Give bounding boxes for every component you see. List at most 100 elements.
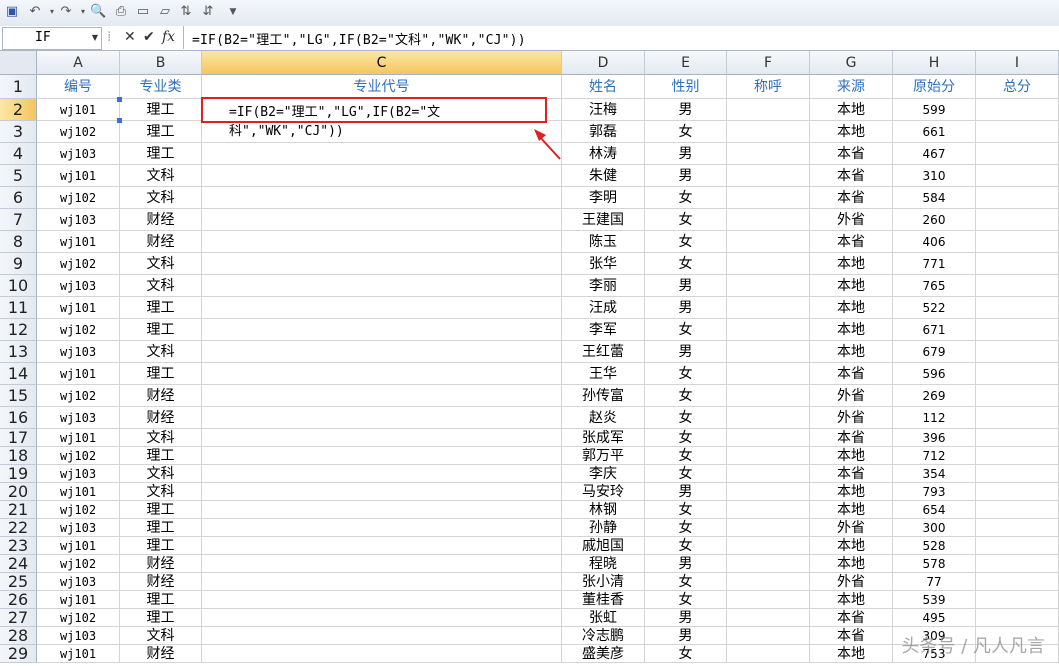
table-cell[interactable]: 671	[893, 319, 976, 341]
row-header-17[interactable]: 17	[0, 429, 37, 447]
table-cell[interactable]	[202, 407, 562, 429]
table-cell[interactable]: 郭万平	[562, 447, 645, 465]
reference-handle[interactable]	[117, 118, 122, 123]
row-header-1[interactable]: 1	[0, 75, 37, 99]
row-header-25[interactable]: 25	[0, 573, 37, 591]
table-cell[interactable]: 本地	[810, 501, 893, 519]
table-cell[interactable]: 赵炎	[562, 407, 645, 429]
table-cell[interactable]: 男	[645, 99, 727, 121]
table-cell[interactable]: 女	[645, 209, 727, 231]
column-header-h[interactable]: H	[893, 51, 976, 75]
table-cell[interactable]: wj102	[37, 187, 120, 209]
row-header-11[interactable]: 11	[0, 297, 37, 319]
enter-icon[interactable]: ✔	[143, 28, 155, 46]
table-cell[interactable]: wj101	[37, 591, 120, 609]
row-header-4[interactable]: 4	[0, 143, 37, 165]
table-cell[interactable]: wj103	[37, 573, 120, 591]
table-cell[interactable]	[976, 143, 1059, 165]
table-cell[interactable]: 310	[893, 165, 976, 187]
table-cell[interactable]	[202, 253, 562, 275]
table-cell[interactable]: 王建国	[562, 209, 645, 231]
header-cell[interactable]: 性别	[645, 75, 727, 99]
table-cell[interactable]: 本省	[810, 627, 893, 645]
table-cell[interactable]: 女	[645, 645, 727, 663]
column-header-a[interactable]: A	[37, 51, 120, 75]
table-cell[interactable]: 本省	[810, 609, 893, 627]
table-cell[interactable]: 外省	[810, 209, 893, 231]
table-cell[interactable]: 朱健	[562, 165, 645, 187]
table-cell[interactable]	[202, 143, 562, 165]
row-header-3[interactable]: 3	[0, 121, 37, 143]
table-cell[interactable]: 理工	[120, 99, 202, 121]
table-cell[interactable]	[727, 143, 810, 165]
table-cell[interactable]: 汪成	[562, 297, 645, 319]
table-cell[interactable]: 冷志鹏	[562, 627, 645, 645]
table-cell[interactable]	[727, 253, 810, 275]
table-cell[interactable]	[202, 231, 562, 253]
table-cell[interactable]: wj103	[37, 407, 120, 429]
table-cell[interactable]: 男	[645, 297, 727, 319]
row-header-23[interactable]: 23	[0, 537, 37, 555]
table-cell[interactable]	[202, 319, 562, 341]
table-cell[interactable]	[727, 465, 810, 483]
table-cell[interactable]	[202, 465, 562, 483]
table-cell[interactable]: wj102	[37, 447, 120, 465]
reference-handle[interactable]	[117, 97, 122, 102]
table-cell[interactable]	[727, 187, 810, 209]
table-cell[interactable]	[976, 319, 1059, 341]
redo-icon[interactable]: ↷	[58, 4, 74, 20]
table-cell[interactable]	[727, 519, 810, 537]
sort-ascending-icon[interactable]: ⇅	[178, 4, 194, 20]
row-header-9[interactable]: 9	[0, 253, 37, 275]
table-cell[interactable]: 本省	[810, 429, 893, 447]
table-cell[interactable]	[727, 483, 810, 501]
table-cell[interactable]	[727, 121, 810, 143]
table-cell[interactable]: 程晓	[562, 555, 645, 573]
table-cell[interactable]	[976, 483, 1059, 501]
table-cell[interactable]	[202, 275, 562, 297]
table-cell[interactable]	[976, 385, 1059, 407]
table-cell[interactable]: 406	[893, 231, 976, 253]
table-cell[interactable]	[976, 519, 1059, 537]
table-cell[interactable]: 本地	[810, 99, 893, 121]
table-cell[interactable]	[202, 627, 562, 645]
table-cell[interactable]	[727, 341, 810, 363]
table-cell[interactable]: 771	[893, 253, 976, 275]
table-cell[interactable]	[202, 519, 562, 537]
header-cell[interactable]: 称呼	[727, 75, 810, 99]
header-cell[interactable]: 总分	[976, 75, 1059, 99]
column-header-d[interactable]: D	[562, 51, 645, 75]
table-cell[interactable]	[202, 187, 562, 209]
table-cell[interactable]: 财经	[120, 407, 202, 429]
table-cell[interactable]: wj103	[37, 143, 120, 165]
table-cell[interactable]: wj102	[37, 253, 120, 275]
table-cell[interactable]: 文科	[120, 165, 202, 187]
table-cell[interactable]: 外省	[810, 519, 893, 537]
table-cell[interactable]: 本省	[810, 143, 893, 165]
table-cell[interactable]: 外省	[810, 407, 893, 429]
column-header-c[interactable]: C	[202, 51, 562, 75]
table-cell[interactable]	[727, 319, 810, 341]
table-cell[interactable]: wj101	[37, 483, 120, 501]
table-cell[interactable]	[976, 429, 1059, 447]
table-cell[interactable]: 文科	[120, 187, 202, 209]
table-cell[interactable]	[976, 165, 1059, 187]
table-cell[interactable]: 财经	[120, 573, 202, 591]
table-cell[interactable]: 理工	[120, 447, 202, 465]
table-cell[interactable]: 本地	[810, 121, 893, 143]
table-cell[interactable]: 女	[645, 519, 727, 537]
table-cell[interactable]	[727, 591, 810, 609]
table-cell[interactable]	[727, 99, 810, 121]
table-cell[interactable]: 本地	[810, 297, 893, 319]
table-cell[interactable]: wj101	[37, 363, 120, 385]
table-cell[interactable]	[976, 187, 1059, 209]
table-cell[interactable]: 本地	[810, 275, 893, 297]
table-cell[interactable]: 男	[645, 609, 727, 627]
column-header-b[interactable]: B	[120, 51, 202, 75]
table-cell[interactable]: 文科	[120, 429, 202, 447]
table-cell[interactable]	[727, 385, 810, 407]
row-header-24[interactable]: 24	[0, 555, 37, 573]
table-cell[interactable]: 男	[645, 627, 727, 645]
table-cell[interactable]: 文科	[120, 465, 202, 483]
column-header-g[interactable]: G	[810, 51, 893, 75]
